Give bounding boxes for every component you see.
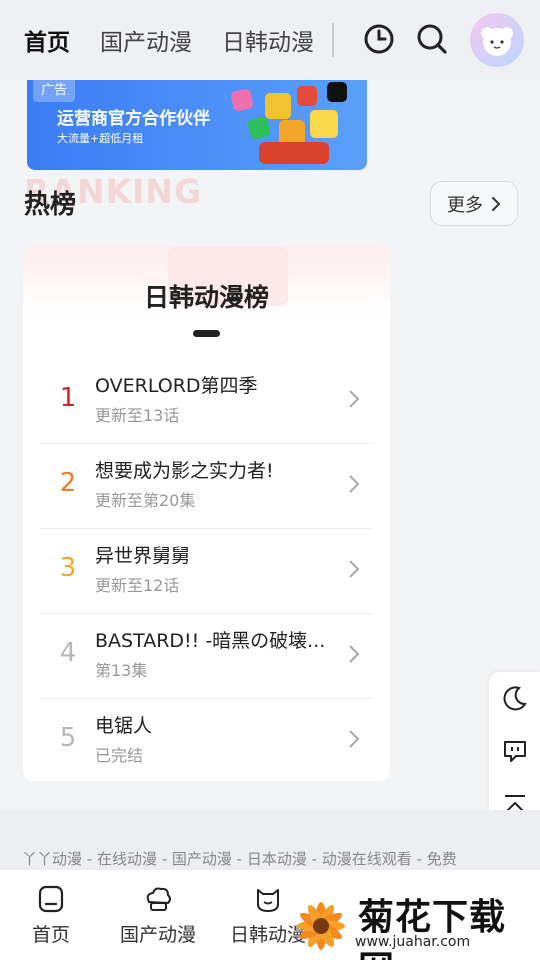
gift-box-icon — [259, 142, 329, 164]
app-tile-icon — [327, 82, 347, 102]
chevron-right-icon — [349, 730, 360, 748]
chevron-right-icon — [349, 475, 360, 493]
tab-home[interactable]: 首页 — [24, 23, 70, 59]
chevron-right-icon — [349, 560, 360, 578]
bottom-tab-home[interactable]: 首页 — [32, 884, 70, 947]
watermark-url: www.juahar.com — [355, 934, 471, 950]
footer-links[interactable]: 丫丫动漫 - 在线动漫 - 国产动漫 - 日本动漫 - 动漫在线观看 - 免费 — [22, 848, 457, 869]
list-item[interactable]: 4 BASTARD!! -暗黑の破壊... 第13集 — [40, 614, 373, 699]
rank-list: 1 OVERLORD第四季 更新至13话 2 想要成为影之实力者! 更新至第20… — [40, 359, 373, 781]
anime-title: 电锯人 — [95, 715, 153, 737]
app-tile-icon — [297, 86, 317, 106]
avatar[interactable] — [470, 13, 524, 67]
bottom-tab-label: 国产动漫 — [120, 924, 197, 946]
home-icon — [38, 885, 64, 913]
episode-status: 第13集 — [95, 661, 148, 680]
chevron-right-icon — [492, 196, 501, 211]
list-item[interactable]: 5 电锯人 已完结 — [40, 699, 373, 781]
tab-chinese-anime[interactable]: 国产动漫 — [100, 23, 192, 57]
moon-icon[interactable] — [501, 684, 529, 712]
history-icon[interactable] — [361, 21, 397, 57]
episode-status: 更新至13话 — [95, 406, 180, 425]
list-item[interactable]: 3 异世界舅舅 更新至12话 — [40, 529, 373, 614]
more-button[interactable]: 更多 — [430, 181, 518, 226]
banner-title: 运营商官方合作伙伴 — [57, 109, 210, 129]
feedback-icon[interactable] — [501, 737, 529, 765]
rank-number: 2 — [59, 468, 77, 498]
app-tile-icon — [310, 110, 338, 138]
app-tile-icon — [265, 93, 291, 119]
episode-status: 已完结 — [95, 746, 144, 765]
cat-face-icon — [257, 889, 279, 912]
episode-status: 更新至第20集 — [95, 491, 196, 510]
rank-number: 1 — [59, 383, 77, 413]
app-tile-icon — [246, 115, 272, 141]
tab-japanese-korean-anime[interactable]: 日韩动漫 — [222, 23, 314, 57]
banner-subtitle: 大流量+超低月租 — [57, 132, 144, 145]
bottom-tab-chinese-anime[interactable]: 国产动漫 — [120, 884, 196, 947]
search-icon[interactable] — [414, 21, 450, 57]
chinese-anime-icon — [146, 887, 171, 911]
ad-banner[interactable]: 广告 运营商官方合作伙伴 大流量+超低月租 — [27, 80, 367, 170]
avatar-face-icon — [481, 27, 513, 56]
card-title: 日韩动漫榜 — [143, 283, 269, 312]
rank-number: 3 — [59, 553, 77, 583]
episode-status: 更新至12话 — [95, 576, 180, 595]
category-tabs: 首页 国产动漫 日韩动漫 — [24, 23, 334, 59]
chevron-right-icon — [349, 390, 360, 408]
rank-number: 5 — [59, 723, 77, 753]
rank-number: 4 — [59, 638, 77, 668]
anime-title: OVERLORD第四季 — [95, 375, 258, 397]
top-nav: 首页 国产动漫 日韩动漫 — [0, 0, 540, 80]
ad-tag: 广告 — [33, 80, 76, 102]
list-item[interactable]: 2 想要成为影之实力者! 更新至第20集 — [40, 444, 373, 529]
flower-logo-icon — [297, 902, 345, 950]
more-label: 更多 — [447, 194, 483, 216]
title-underline — [193, 330, 220, 337]
list-item[interactable]: 1 OVERLORD第四季 更新至13话 — [40, 359, 373, 444]
bottom-tab-label: 首页 — [32, 924, 71, 946]
side-toolbar — [489, 672, 540, 832]
anime-title: 异世界舅舅 — [95, 545, 191, 567]
ranking-card: 日韩动漫榜 1 OVERLORD第四季 更新至13话 2 想要成为影之实力者! … — [23, 246, 390, 781]
anime-title: BASTARD!! -暗黑の破壊... — [95, 630, 326, 652]
anime-title: 想要成为影之实力者! — [95, 460, 274, 482]
chevron-right-icon — [349, 645, 360, 663]
app-tile-icon — [230, 88, 254, 112]
section-title: 热榜 — [24, 190, 77, 220]
nav-divider — [332, 23, 334, 57]
